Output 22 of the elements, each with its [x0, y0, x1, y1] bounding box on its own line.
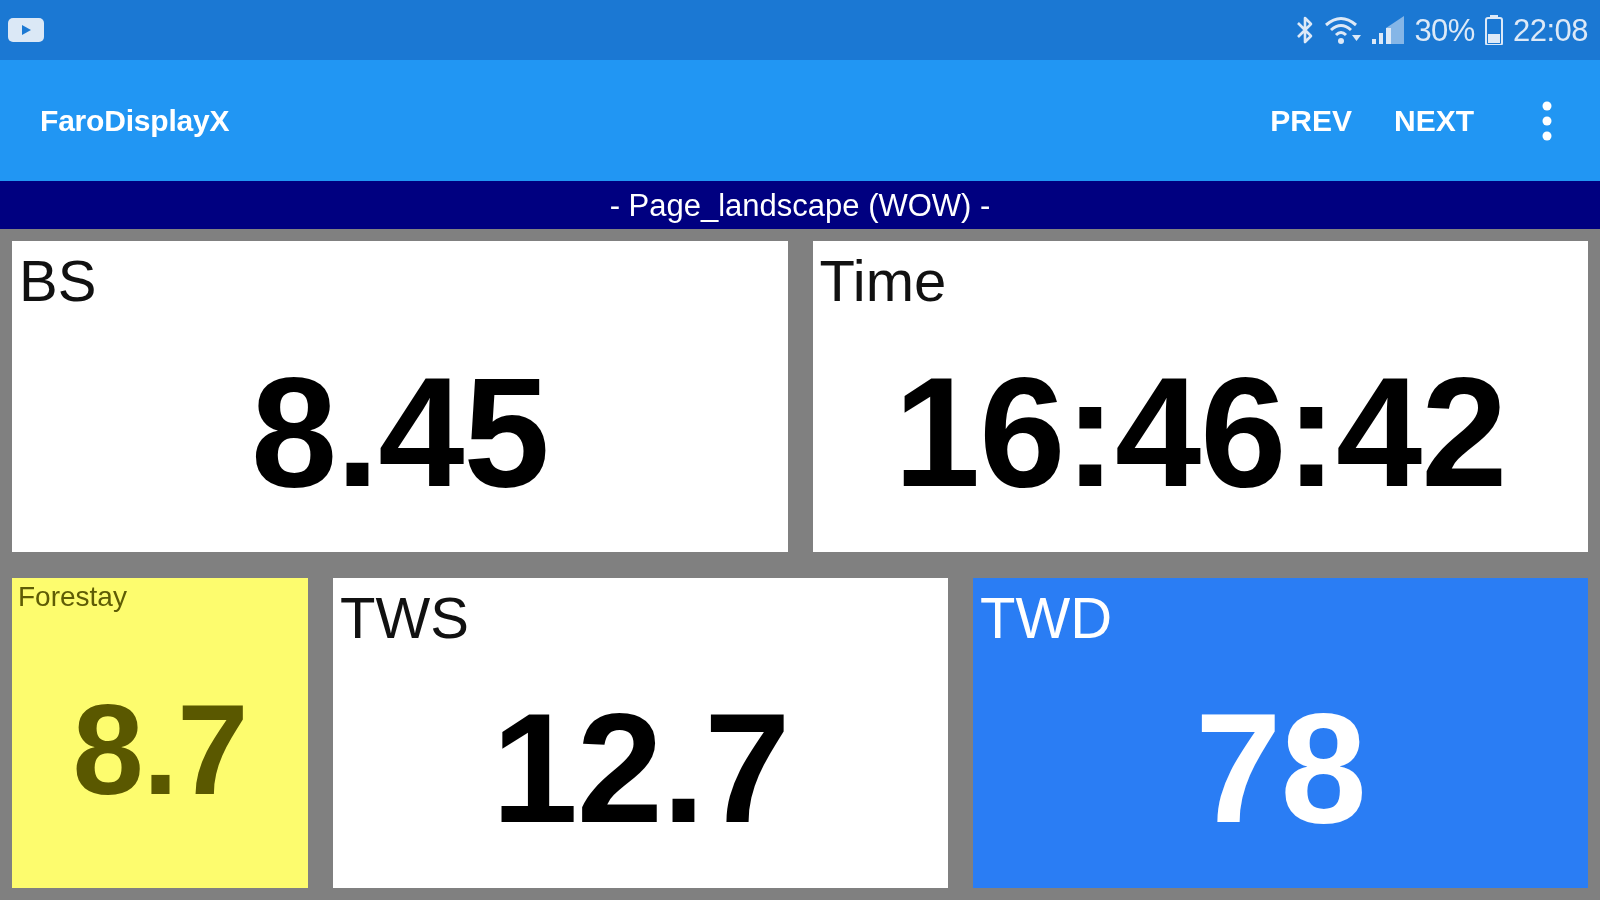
- wifi-icon: [1324, 15, 1363, 45]
- tile-value: 12.7: [491, 691, 790, 847]
- tile-value: 8.45: [250, 354, 549, 510]
- battery-percent: 30%: [1414, 14, 1475, 46]
- clock-time: 22:08: [1512, 14, 1588, 46]
- tile-value: 78: [1195, 691, 1366, 847]
- bluetooth-icon: [1296, 15, 1315, 45]
- more-options-icon: [1542, 100, 1552, 141]
- tile-label: Time: [819, 249, 947, 313]
- page-title: - Page_landscape (WOW) -: [609, 189, 991, 221]
- battery-icon: [1484, 15, 1503, 45]
- tile-label: TWS: [340, 585, 469, 650]
- signal-icon: [1372, 16, 1405, 44]
- tile-value: 16:46:42: [894, 354, 1507, 510]
- app-title: FaroDisplayX: [40, 103, 230, 138]
- video-icon: [8, 18, 44, 42]
- action-button[interactable]: NEXT: [1380, 93, 1488, 148]
- tile-label: TWD: [980, 585, 1113, 650]
- tile-label: Forestay: [18, 581, 127, 613]
- tile-value: 8.7: [72, 686, 248, 815]
- tile-label: BS: [19, 249, 97, 313]
- action-button[interactable]: PREV: [1256, 93, 1366, 148]
